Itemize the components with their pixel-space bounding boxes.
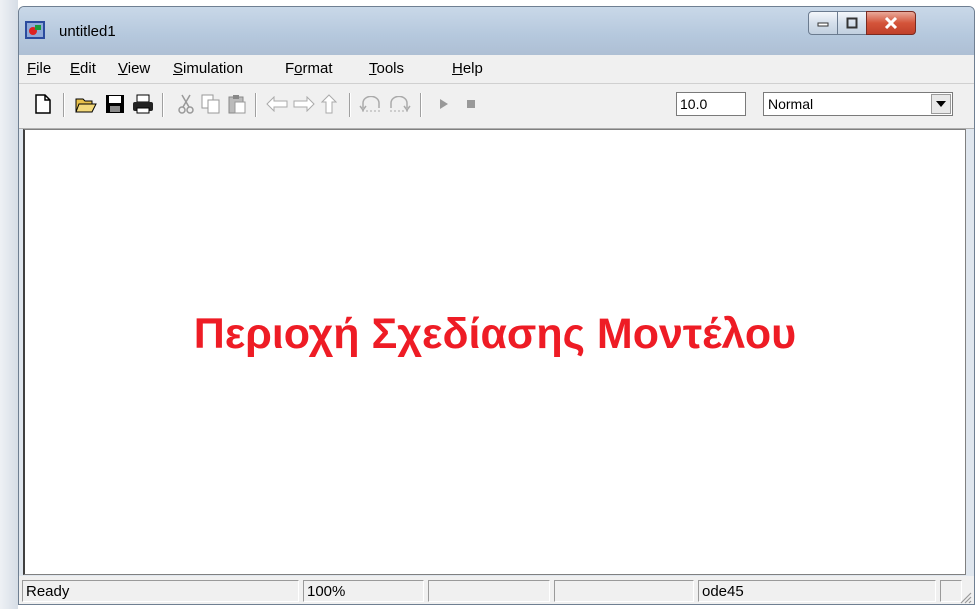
start-icon bbox=[440, 99, 448, 109]
minimize-button[interactable] bbox=[808, 11, 838, 35]
status-bar: Ready 100% ode45 bbox=[19, 576, 974, 604]
forward-button[interactable] bbox=[292, 92, 316, 116]
up-button[interactable] bbox=[317, 92, 341, 116]
print-icon bbox=[133, 94, 153, 114]
menu-file[interactable]: File bbox=[27, 60, 51, 77]
paste-button[interactable] bbox=[225, 92, 249, 116]
status-solver: ode45 bbox=[698, 580, 936, 602]
new-model-button[interactable] bbox=[31, 92, 55, 116]
status-state: Ready bbox=[22, 580, 299, 602]
title-bar[interactable]: untitled1 bbox=[19, 7, 974, 55]
close-icon bbox=[884, 17, 898, 29]
toolbar-separator bbox=[255, 93, 257, 117]
status-zoom: 100% bbox=[303, 580, 424, 602]
cut-icon bbox=[178, 94, 194, 114]
cut-button[interactable] bbox=[174, 92, 198, 116]
copy-button[interactable] bbox=[199, 92, 223, 116]
model-canvas[interactable]: Περιοχή Σχεδίασης Μοντέλου bbox=[23, 129, 966, 575]
new-icon bbox=[35, 94, 51, 114]
simulation-mode-value: Normal bbox=[768, 96, 814, 112]
simulink-app-icon bbox=[25, 21, 45, 39]
simulink-model-window: untitled1 File Edit View Simulation Form… bbox=[18, 6, 975, 605]
copy-icon bbox=[201, 94, 220, 114]
menu-tools[interactable]: Tools bbox=[369, 60, 404, 77]
save-button[interactable] bbox=[103, 92, 127, 116]
undo-icon bbox=[359, 96, 380, 112]
model-area-label: Περιοχή Σχεδίασης Μοντέλου bbox=[193, 310, 797, 358]
maximize-button[interactable] bbox=[837, 11, 867, 35]
background-edge bbox=[0, 0, 18, 609]
close-button[interactable] bbox=[866, 11, 916, 35]
redo-button[interactable] bbox=[387, 92, 411, 116]
open-icon bbox=[75, 98, 97, 113]
toolbar-separator bbox=[349, 93, 351, 117]
toolbar-separator bbox=[63, 93, 65, 117]
status-cell bbox=[554, 580, 694, 602]
toolbar-separator bbox=[420, 93, 422, 117]
forward-icon bbox=[293, 96, 315, 112]
up-icon bbox=[321, 94, 337, 114]
menu-bar: File Edit View Simulation Format Tools H… bbox=[19, 55, 974, 84]
toolbar-separator bbox=[162, 93, 164, 117]
back-button[interactable] bbox=[265, 92, 289, 116]
minimize-icon bbox=[817, 22, 829, 27]
simulation-mode-select[interactable]: Normal bbox=[763, 92, 953, 116]
menu-help[interactable]: Help bbox=[452, 60, 483, 77]
status-cell bbox=[428, 580, 550, 602]
dropdown-button[interactable] bbox=[931, 94, 951, 114]
stop-time-input[interactable]: 10.0 bbox=[676, 92, 746, 116]
undo-button[interactable] bbox=[359, 92, 383, 116]
chevron-down-icon bbox=[936, 101, 946, 107]
menu-format[interactable]: Format bbox=[285, 60, 333, 77]
save-icon bbox=[106, 95, 124, 113]
toolbar: 10.0 Normal bbox=[19, 84, 974, 129]
redo-icon bbox=[390, 96, 411, 112]
stop-simulation-button[interactable] bbox=[459, 92, 483, 116]
menu-simulation[interactable]: Simulation bbox=[173, 60, 243, 77]
window-title: untitled1 bbox=[59, 23, 116, 40]
resize-grip-icon[interactable] bbox=[958, 590, 972, 604]
menu-edit[interactable]: Edit bbox=[70, 60, 96, 77]
stop-icon bbox=[467, 100, 475, 108]
back-icon bbox=[266, 96, 288, 112]
print-button[interactable] bbox=[131, 92, 155, 116]
start-simulation-button[interactable] bbox=[432, 92, 456, 116]
maximize-icon bbox=[846, 17, 858, 29]
menu-view[interactable]: View bbox=[118, 60, 150, 77]
paste-icon bbox=[228, 95, 246, 114]
open-button[interactable] bbox=[74, 92, 98, 116]
